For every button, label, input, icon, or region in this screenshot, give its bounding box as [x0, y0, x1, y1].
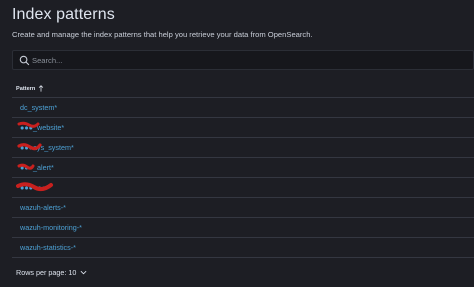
index-pattern-link[interactable]: ●●●_alert* [20, 163, 54, 172]
index-pattern-link[interactable]: ●●●ays_system* [20, 143, 74, 152]
index-pattern-link[interactable]: wazuh-statistics-* [20, 243, 76, 252]
page-subtitle: Create and manage the index patterns tha… [12, 30, 313, 39]
table-row: dc_system* [12, 98, 474, 118]
rows-per-page-selector[interactable]: Rows per page: 10 [16, 268, 87, 277]
table-row: ●●●_alert* [12, 158, 474, 178]
search-box[interactable] [12, 50, 474, 70]
table-row: wazuh-statistics-* [12, 238, 474, 258]
table-row: ●●●●●●* [12, 178, 474, 198]
index-pattern-link[interactable]: ●●●_website* [20, 123, 64, 132]
table-row: wazuh-monitoring-* [12, 218, 474, 238]
table-row: ●●●_website* [12, 118, 474, 138]
chevron-down-icon[interactable] [80, 270, 87, 275]
table-row: ●●●ays_system* [12, 138, 474, 158]
index-pattern-link[interactable]: wazuh-monitoring-* [20, 223, 82, 232]
rows-per-page-label[interactable]: Rows per page: 10 [16, 268, 76, 277]
index-pattern-link[interactable]: ●●●●●●* [20, 183, 49, 192]
page-title: Index patterns [12, 6, 115, 23]
index-pattern-link[interactable]: wazuh-alerts-* [20, 203, 66, 212]
table-row: wazuh-alerts-* [12, 198, 474, 218]
index-patterns-table: Pattern dc_system* ●●●_website* ●●●ays_s… [12, 80, 474, 258]
sort-ascending-icon[interactable] [38, 85, 44, 92]
index-pattern-link[interactable]: dc_system* [20, 103, 57, 112]
search-input[interactable] [32, 53, 452, 67]
column-header-pattern[interactable]: Pattern [16, 86, 35, 92]
table-header[interactable]: Pattern [12, 80, 474, 98]
search-icon [19, 55, 30, 66]
